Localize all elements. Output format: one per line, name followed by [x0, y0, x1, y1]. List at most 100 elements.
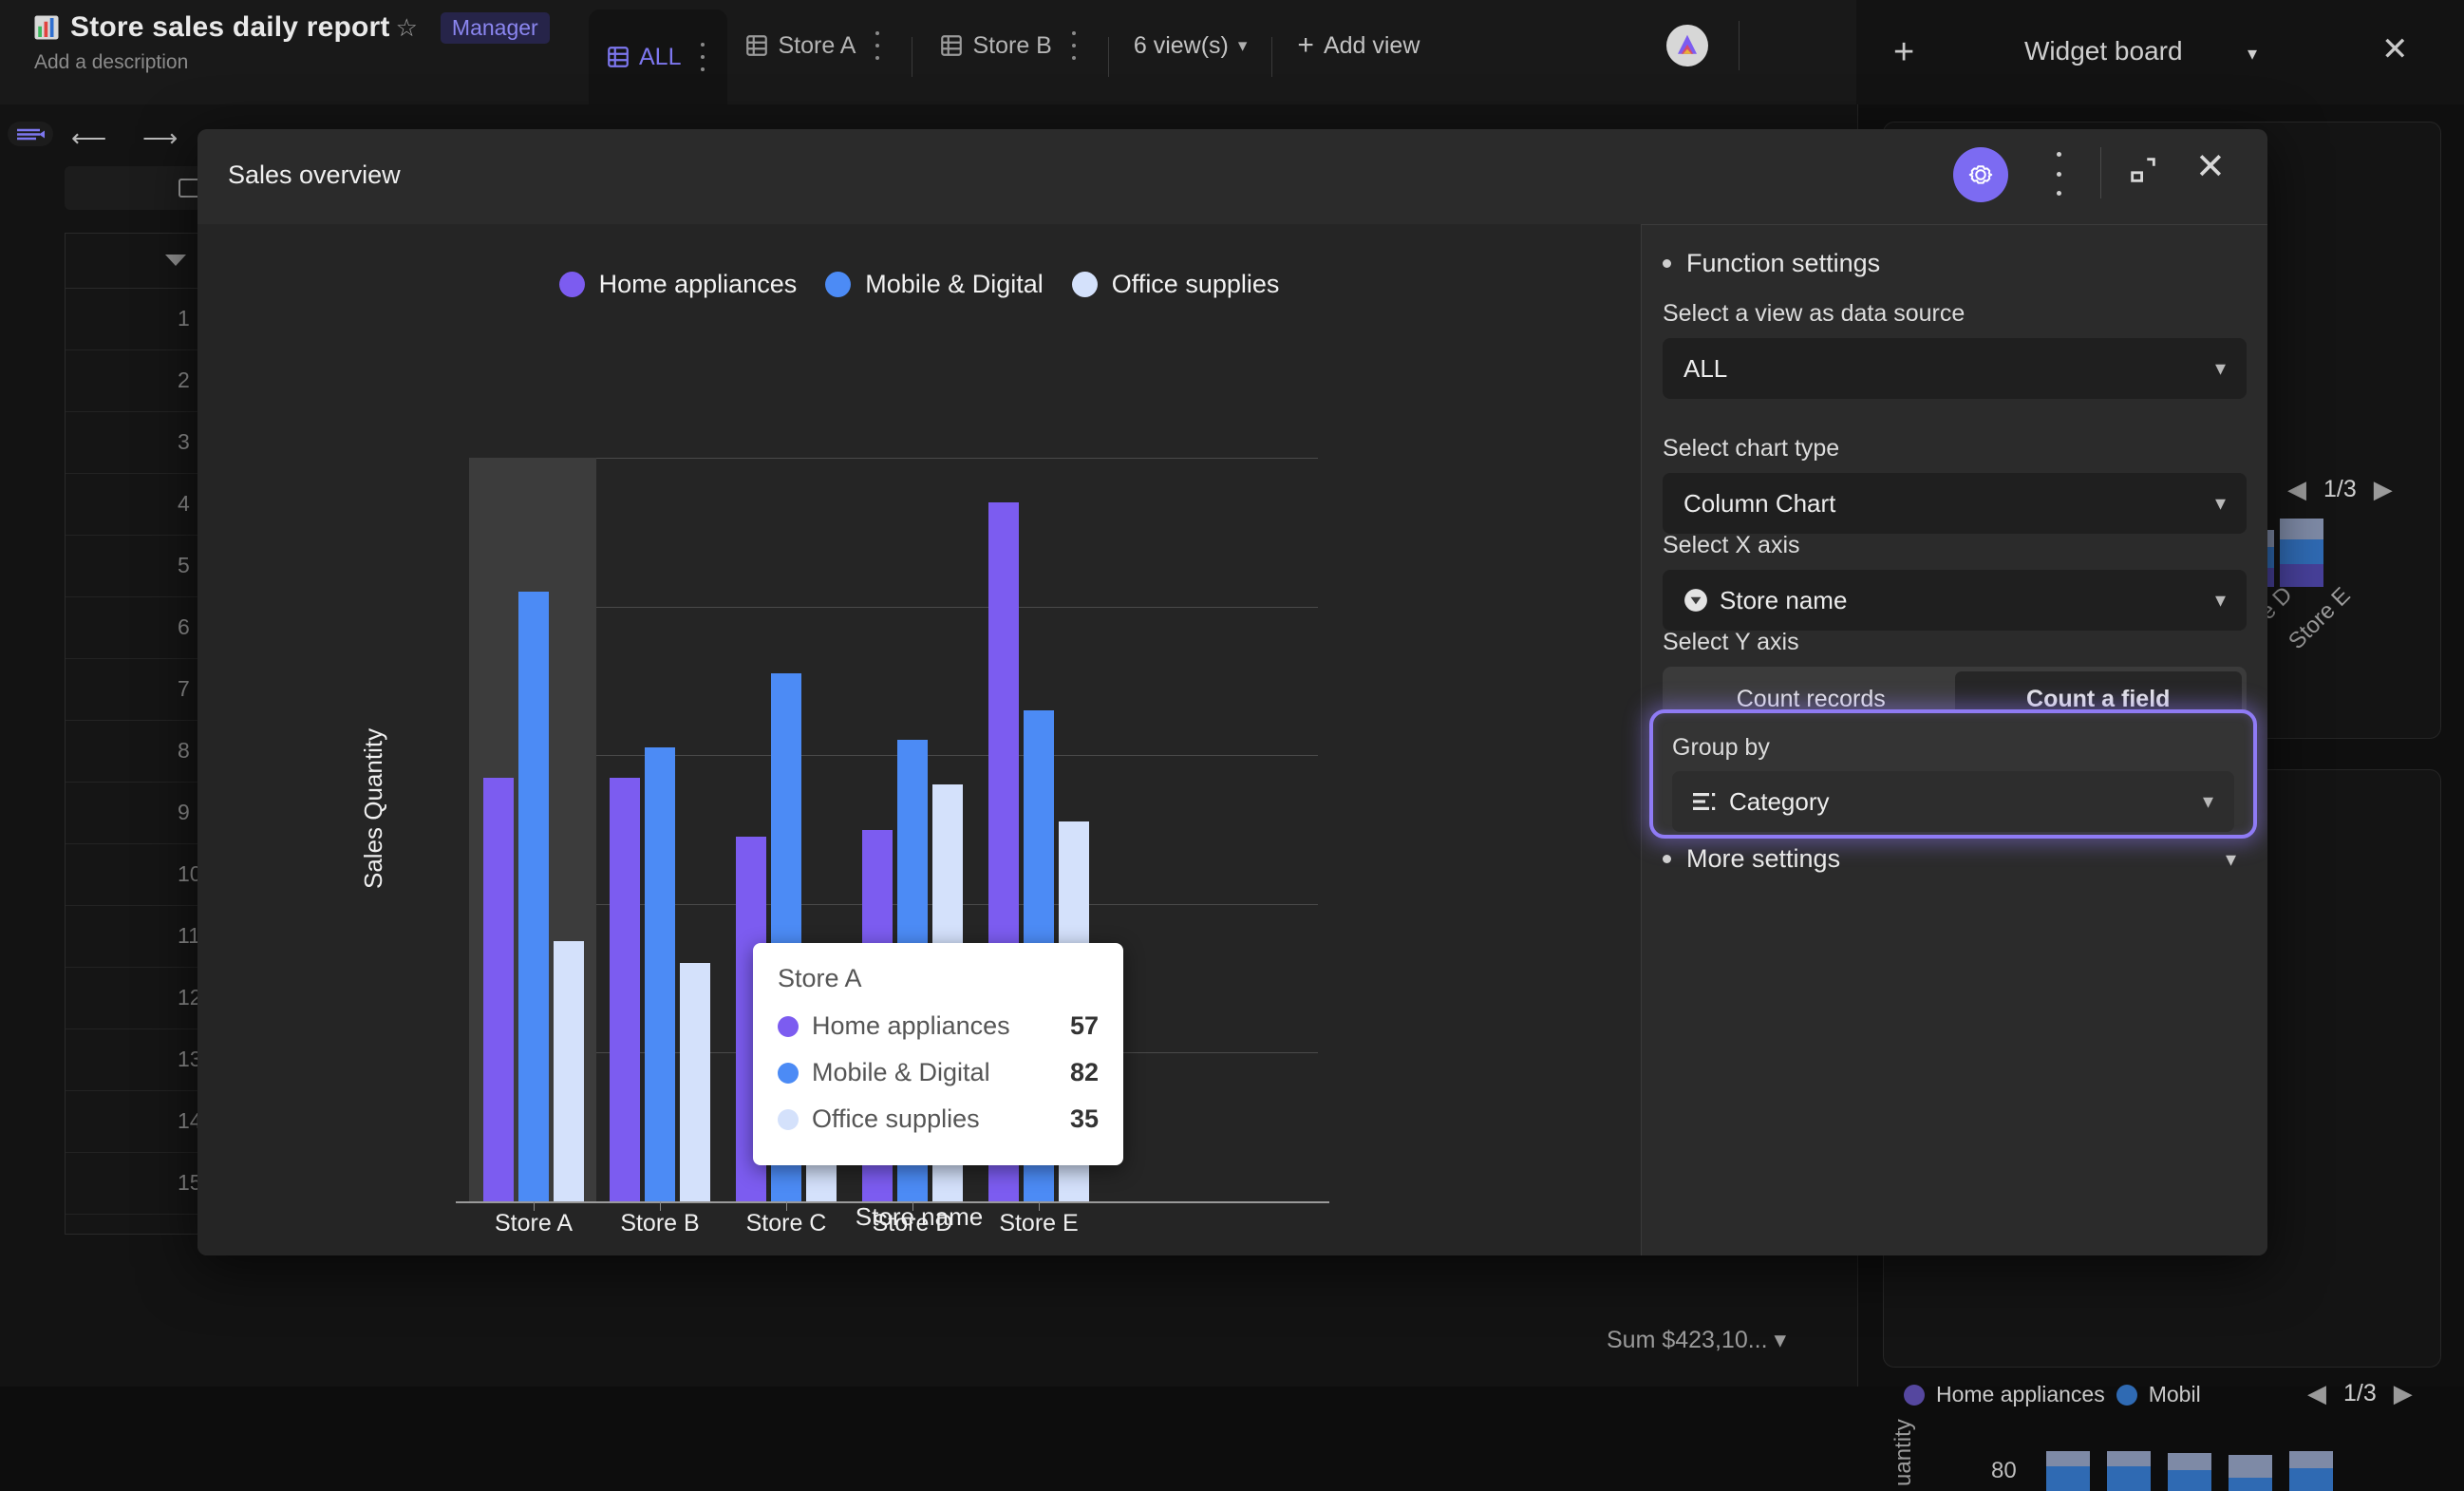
chevron-down-icon: ▾ [1237, 35, 1248, 56]
modal-close-button[interactable]: ✕ [2195, 145, 2226, 188]
chevron-down-icon[interactable]: ▾ [2248, 42, 2257, 66]
grid-table-icon [608, 47, 629, 67]
gear-settings-icon [1968, 165, 1993, 184]
app-top-bar: Store sales daily report ☆ Manager Add a… [0, 0, 1856, 104]
section-header-more-settings[interactable]: More settings ▾ [1663, 844, 2236, 874]
add-view-label: Add view [1323, 31, 1420, 59]
more-settings-label: More settings [1686, 844, 1841, 873]
legend-item-office-supplies[interactable]: Office supplies [1071, 270, 1279, 299]
legend-item-home-appliances[interactable]: Home appliances [558, 270, 798, 299]
legend-dot-mobile-digital [2116, 1384, 2137, 1406]
select-x-axis[interactable]: Store name ▾ [1663, 570, 2247, 631]
pager-label: 1/3 [2323, 476, 2357, 502]
bullet-dot-icon [1663, 855, 1671, 863]
legend-dot-office-supplies [1071, 272, 1098, 297]
tooltip-series-name: Home appliances [812, 1011, 1010, 1040]
tooltip-series-name: Mobile & Digital [812, 1058, 990, 1086]
select-group-by[interactable]: Category ▾ [1672, 771, 2234, 832]
legend-dot-home-appliances [1904, 1384, 1925, 1406]
chart-legend: Home appliances Mobile & Digital Office … [197, 270, 1641, 299]
redo-arrow-icon[interactable]: ⟶ [142, 123, 178, 153]
triangle-left-icon[interactable]: ◀ [2287, 475, 2306, 504]
bar-store-b-office-supplies[interactable] [680, 963, 710, 1201]
bar-store-a-mobile-digital[interactable] [518, 592, 549, 1201]
tooltip-title: Store A [778, 964, 862, 992]
section-title: Function settings [1686, 249, 1881, 277]
label-x-axis: Select X axis [1663, 532, 1800, 558]
select-chart-type[interactable]: Column Chart ▾ [1663, 473, 2247, 534]
expand-fullscreen-icon[interactable] [2127, 154, 2159, 186]
tooltip-series-value: 57 [1069, 1011, 1099, 1040]
x-axis-label: Store name [855, 1202, 984, 1231]
grid-table-icon [746, 35, 768, 56]
triangle-right-icon[interactable]: ▶ [2374, 475, 2393, 504]
sum-dropdown[interactable]: Sum $423,10... ▾ [1607, 1326, 1786, 1354]
legend-label: Mobil [2148, 1382, 2201, 1406]
page-title: Store sales daily report [70, 11, 390, 43]
legend-label: Home appliances [598, 270, 798, 298]
widget-legend: Home appliances Mobil [1904, 1382, 2201, 1407]
more-vertical-icon[interactable] [695, 43, 710, 71]
modal-more-button[interactable] [2051, 152, 2066, 196]
tooltip-series-value: 82 [1069, 1058, 1099, 1086]
undo-arrow-icon[interactable]: ⟵ [71, 123, 106, 153]
label-group-by: Group by [1672, 734, 1770, 761]
data-source-value: ALL [1683, 353, 1728, 383]
summary-bar [0, 1292, 1856, 1387]
report-app-icon [34, 15, 59, 40]
role-badge: Manager [440, 11, 550, 44]
chart-settings-modal: Sales overview Home appliances Mobile & … [197, 129, 2267, 1255]
row-number: 3 [178, 429, 190, 454]
more-vertical-icon[interactable] [1066, 31, 1082, 60]
row-number: 7 [178, 676, 190, 701]
widget-pager[interactable]: ◀ 1/3 ▶ [2287, 475, 2393, 504]
legend-dot-mobile-digital [825, 272, 852, 297]
divider [1271, 37, 1273, 77]
star-outline-icon[interactable]: ☆ [396, 13, 418, 43]
add-widget-button[interactable]: + [1893, 34, 1914, 70]
views-count-dropdown[interactable]: 6 view(s) ▾ [1119, 9, 1263, 82]
tooltip-row: Mobile & Digital 82 [778, 1049, 1099, 1096]
legend-item-mobile-digital[interactable]: Mobile & Digital [825, 270, 1044, 299]
tooltip-dot-office-supplies [778, 1108, 799, 1130]
tab-label: Store A [778, 31, 856, 59]
x-axis-value: Store name [1720, 585, 1848, 614]
select-data-source[interactable]: ALL ▾ [1663, 338, 2247, 399]
legend-label: Home appliances [1936, 1382, 2105, 1406]
row-number: 6 [178, 614, 190, 639]
widget-pager[interactable]: ◀ 1/3 ▶ [2307, 1379, 2413, 1408]
bar-store-b-mobile-digital[interactable] [645, 747, 675, 1201]
tab-all[interactable]: ALL [589, 9, 728, 104]
tooltip-row: Office supplies 35 [778, 1096, 1099, 1142]
label-data-source: Select a view as data source [1663, 300, 1966, 327]
chart-pane: Home appliances Mobile & Digital Office … [197, 224, 1641, 1255]
gear-settings-button[interactable] [1953, 147, 2008, 202]
mini-bar [2046, 1451, 2090, 1491]
row-number: 1 [178, 306, 190, 330]
more-vertical-icon[interactable] [870, 31, 885, 60]
add-view-button[interactable]: + Add view [1282, 9, 1435, 82]
chart-tooltip: Store A Home appliances 57 Mobile & Digi… [753, 943, 1123, 1165]
triangle-right-icon[interactable]: ▶ [2394, 1379, 2413, 1408]
triangle-left-icon[interactable]: ◀ [2307, 1379, 2326, 1408]
section-header-function-settings[interactable]: Function settings [1663, 249, 1880, 278]
row-number: 8 [178, 738, 190, 763]
y-axis-label: Sales Quantity [359, 727, 387, 889]
avatar[interactable] [1666, 25, 1708, 66]
bar-store-b-home-appliances[interactable] [610, 778, 640, 1201]
mini-bar [2289, 1451, 2333, 1491]
tab-store-b[interactable]: Store B [922, 9, 1098, 82]
tooltip-series-name: Office supplies [812, 1104, 980, 1133]
description-placeholder[interactable]: Add a description [34, 51, 550, 74]
sidebar-toggle-icon[interactable] [8, 122, 53, 146]
bar-store-a-home-appliances[interactable] [483, 778, 514, 1201]
collapse-triangle-icon[interactable] [165, 255, 186, 266]
function-settings-pane: Function settings Select a view as data … [1641, 224, 2267, 1255]
pager-label: 1/3 [2343, 1380, 2377, 1406]
widget-board-title: Widget board [2024, 36, 2183, 66]
close-widget-board-button[interactable]: ✕ [2381, 30, 2409, 68]
modal-title: Sales overview [228, 160, 401, 189]
bar-store-a-office-supplies[interactable] [554, 941, 584, 1201]
mini-y-label: uantity [1890, 1419, 1916, 1486]
tab-store-a[interactable]: Store A [727, 9, 902, 82]
